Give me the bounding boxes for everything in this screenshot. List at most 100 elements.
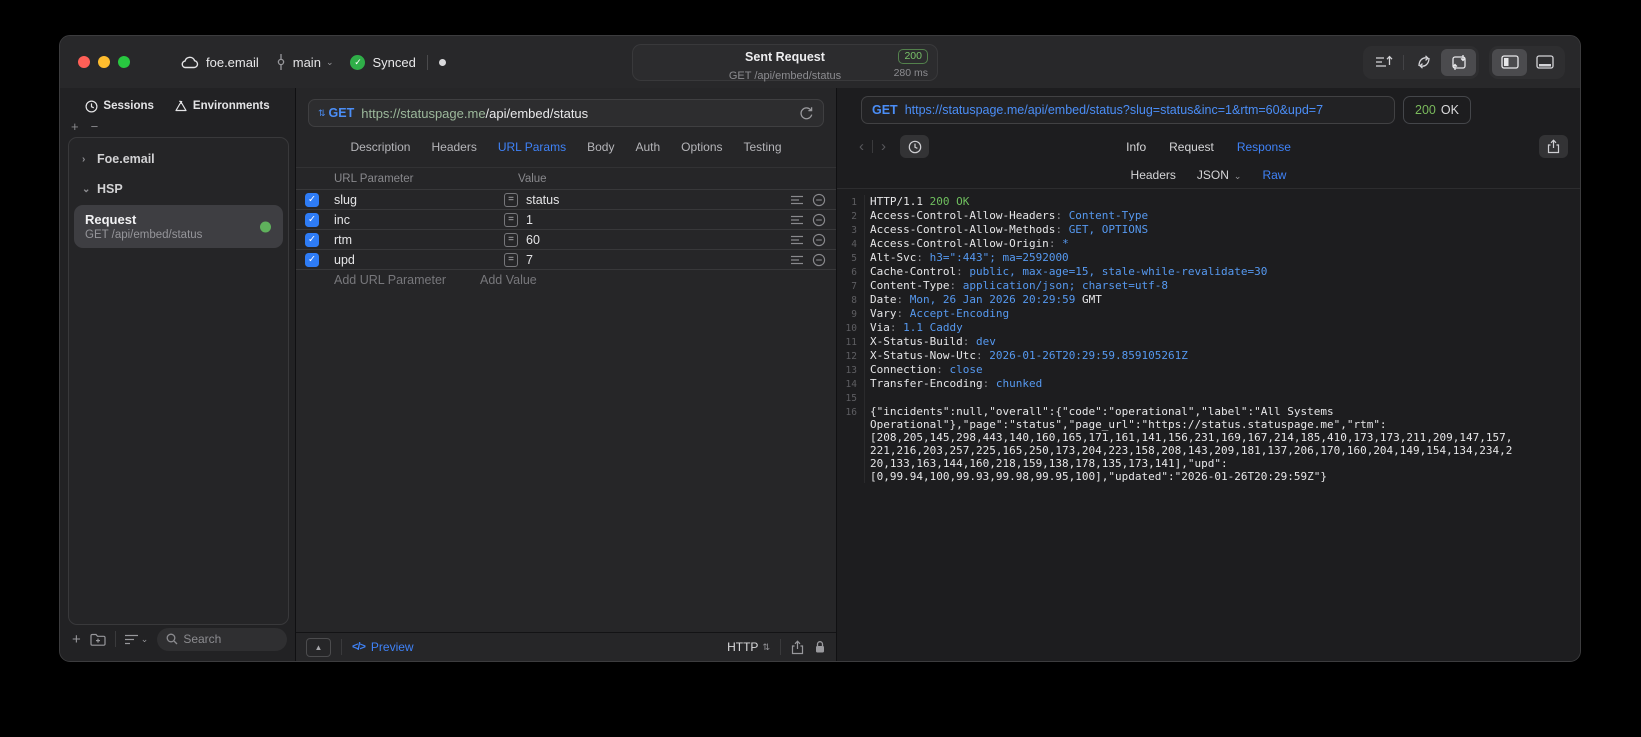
sort-list-button[interactable]: ⌄: [124, 634, 148, 645]
request-response-panel-button[interactable]: [1441, 48, 1476, 76]
param-value-input[interactable]: status: [526, 193, 791, 207]
add-request-button[interactable]: +: [72, 631, 81, 648]
param-enabled-checkbox[interactable]: ✓: [305, 252, 319, 267]
tree-item-hsp[interactable]: ⌄ HSP: [69, 174, 288, 204]
sent-request-url[interactable]: GET https://statuspage.me/api/embed/stat…: [861, 95, 1395, 124]
remove-session-button[interactable]: −: [91, 120, 99, 135]
reload-icon[interactable]: [799, 106, 814, 121]
toggle-sidebar-button[interactable]: [1492, 48, 1527, 76]
response-body[interactable]: 1 HTTP/1.1 200 OK 2 Access-Control-Allow-He…: [837, 189, 1580, 661]
new-folder-button[interactable]: [90, 633, 106, 646]
add-session-button[interactable]: +: [71, 120, 79, 135]
sent-request-subtitle: GET /api/embed/status: [728, 70, 842, 82]
status-code: 200: [1415, 102, 1436, 117]
response-subtab-raw[interactable]: Raw: [1262, 168, 1286, 182]
tree-item-foe-email[interactable]: › Foe.email: [69, 144, 288, 174]
tab-sessions[interactable]: Sessions: [85, 99, 154, 113]
history-nav: ‹ ›: [859, 138, 886, 155]
project-name[interactable]: foe.email: [206, 55, 259, 70]
param-enabled-checkbox[interactable]: ✓: [305, 232, 319, 247]
chevron-down-icon: ⌄: [82, 183, 91, 195]
param-name-input[interactable]: upd: [334, 253, 504, 267]
minimize-window-button[interactable]: [98, 56, 110, 68]
response-subtab-headers[interactable]: Headers: [1131, 168, 1176, 182]
branch-selector[interactable]: main ⌄: [276, 54, 334, 70]
response-subtab-json[interactable]: JSON ⌄: [1197, 168, 1242, 182]
preview-button[interactable]: </> Preview: [352, 640, 414, 654]
import-export-button[interactable]: [1366, 49, 1401, 76]
remove-param-icon[interactable]: [812, 213, 826, 227]
editor-tab-auth[interactable]: Auth: [635, 140, 660, 154]
lock-icon[interactable]: [814, 640, 826, 654]
chevron-down-icon: ⌄: [325, 56, 334, 67]
main-area: Sessions Environments + − › Foe.email ⌄ …: [60, 88, 1580, 661]
url-host: https://statuspage.me: [361, 105, 486, 121]
response-tab-response[interactable]: Response: [1237, 140, 1291, 154]
remove-param-icon[interactable]: [812, 233, 826, 247]
request-method[interactable]: GET: [329, 106, 355, 120]
toggle-bottom-panel-button[interactable]: [1527, 49, 1562, 76]
protocol-selector[interactable]: HTTP ⇅: [727, 640, 770, 654]
line-number: 3: [837, 223, 865, 237]
collapse-panel-button[interactable]: ▲: [306, 637, 331, 657]
request-url-bar[interactable]: ⇅ GET https://statuspage.me/api/embed/st…: [308, 99, 824, 127]
request-tree-panel: › Foe.email ⌄ HSP Request GET /api/embed…: [68, 137, 289, 625]
param-value-input[interactable]: 7: [526, 253, 791, 267]
param-options-icon[interactable]: [791, 195, 803, 205]
editor-tab-options[interactable]: Options: [681, 140, 722, 154]
response-line: 4 Access-Control-Allow-Origin: *: [837, 237, 1580, 251]
param-enabled-checkbox[interactable]: ✓: [305, 192, 319, 207]
request-list-item-selected[interactable]: Request GET /api/embed/status: [74, 205, 283, 248]
share-icon[interactable]: [791, 639, 804, 655]
param-options-icon[interactable]: [791, 235, 803, 245]
forward-button[interactable]: ›: [881, 138, 886, 155]
add-param-row[interactable]: Add URL Parameter Add Value: [296, 269, 836, 289]
param-options-icon[interactable]: [791, 215, 803, 225]
line-number: 2: [837, 209, 865, 223]
branch-name: main: [292, 54, 321, 70]
sent-request-title: Sent Request: [745, 50, 825, 64]
environments-tab-label: Environments: [192, 100, 270, 112]
tab-environments[interactable]: Environments: [174, 100, 270, 113]
param-name-input[interactable]: rtm: [334, 233, 504, 247]
param-options-icon[interactable]: [791, 255, 803, 265]
export-response-button[interactable]: [1539, 135, 1568, 158]
sync-branches-button[interactable]: [1406, 49, 1441, 76]
line-number: 9: [837, 307, 865, 321]
param-name-input[interactable]: slug: [334, 193, 504, 207]
search-input[interactable]: Search: [157, 627, 287, 651]
param-value-input[interactable]: 1: [526, 213, 791, 227]
response-tab-info[interactable]: Info: [1126, 140, 1146, 154]
tree-label: HSP: [97, 182, 123, 196]
param-enabled-checkbox[interactable]: ✓: [305, 212, 319, 227]
line-content: Cache-Control: public, max-age=15, stale…: [870, 265, 1268, 278]
request-subtitle: GET /api/embed/status: [85, 229, 203, 241]
request-url-input[interactable]: https://statuspage.me/api/embed/status: [361, 106, 799, 121]
editor-tab-url-params[interactable]: URL Params: [498, 140, 566, 154]
close-window-button[interactable]: [78, 56, 90, 68]
add-param-value-placeholder[interactable]: Add Value: [480, 273, 537, 287]
remove-param-icon[interactable]: [812, 253, 826, 267]
request-status-dot: [260, 221, 271, 232]
editor-tab-headers[interactable]: Headers: [431, 140, 476, 154]
synced-check-icon: ✓: [350, 54, 366, 70]
editor-tab-body[interactable]: Body: [587, 140, 614, 154]
response-pane: GET https://statuspage.me/api/embed/stat…: [837, 88, 1580, 661]
editor-tab-testing[interactable]: Testing: [744, 140, 782, 154]
add-param-name-placeholder[interactable]: Add URL Parameter: [296, 273, 480, 287]
param-value-input[interactable]: 60: [526, 233, 791, 247]
response-line: 16 {"incidents":null,"overall":{"code":"o…: [837, 405, 1580, 483]
unsaved-indicator-dot: [438, 58, 446, 66]
sent-request-pill[interactable]: Sent Request 200 GET /api/embed/status 2…: [632, 44, 938, 82]
sync-status: Synced: [372, 54, 416, 70]
history-button[interactable]: [900, 135, 929, 158]
param-name-input[interactable]: inc: [334, 213, 504, 227]
back-button[interactable]: ‹: [859, 138, 864, 155]
protocol-label: HTTP: [727, 640, 759, 654]
zoom-window-button[interactable]: [118, 56, 130, 68]
editor-tab-description[interactable]: Description: [350, 140, 410, 154]
line-content: Date: Mon, 26 Jan 2026 20:29:59 GMT: [870, 293, 1102, 306]
remove-param-icon[interactable]: [812, 193, 826, 207]
cloud-icon: [180, 55, 199, 69]
response-tab-request[interactable]: Request: [1169, 140, 1214, 154]
